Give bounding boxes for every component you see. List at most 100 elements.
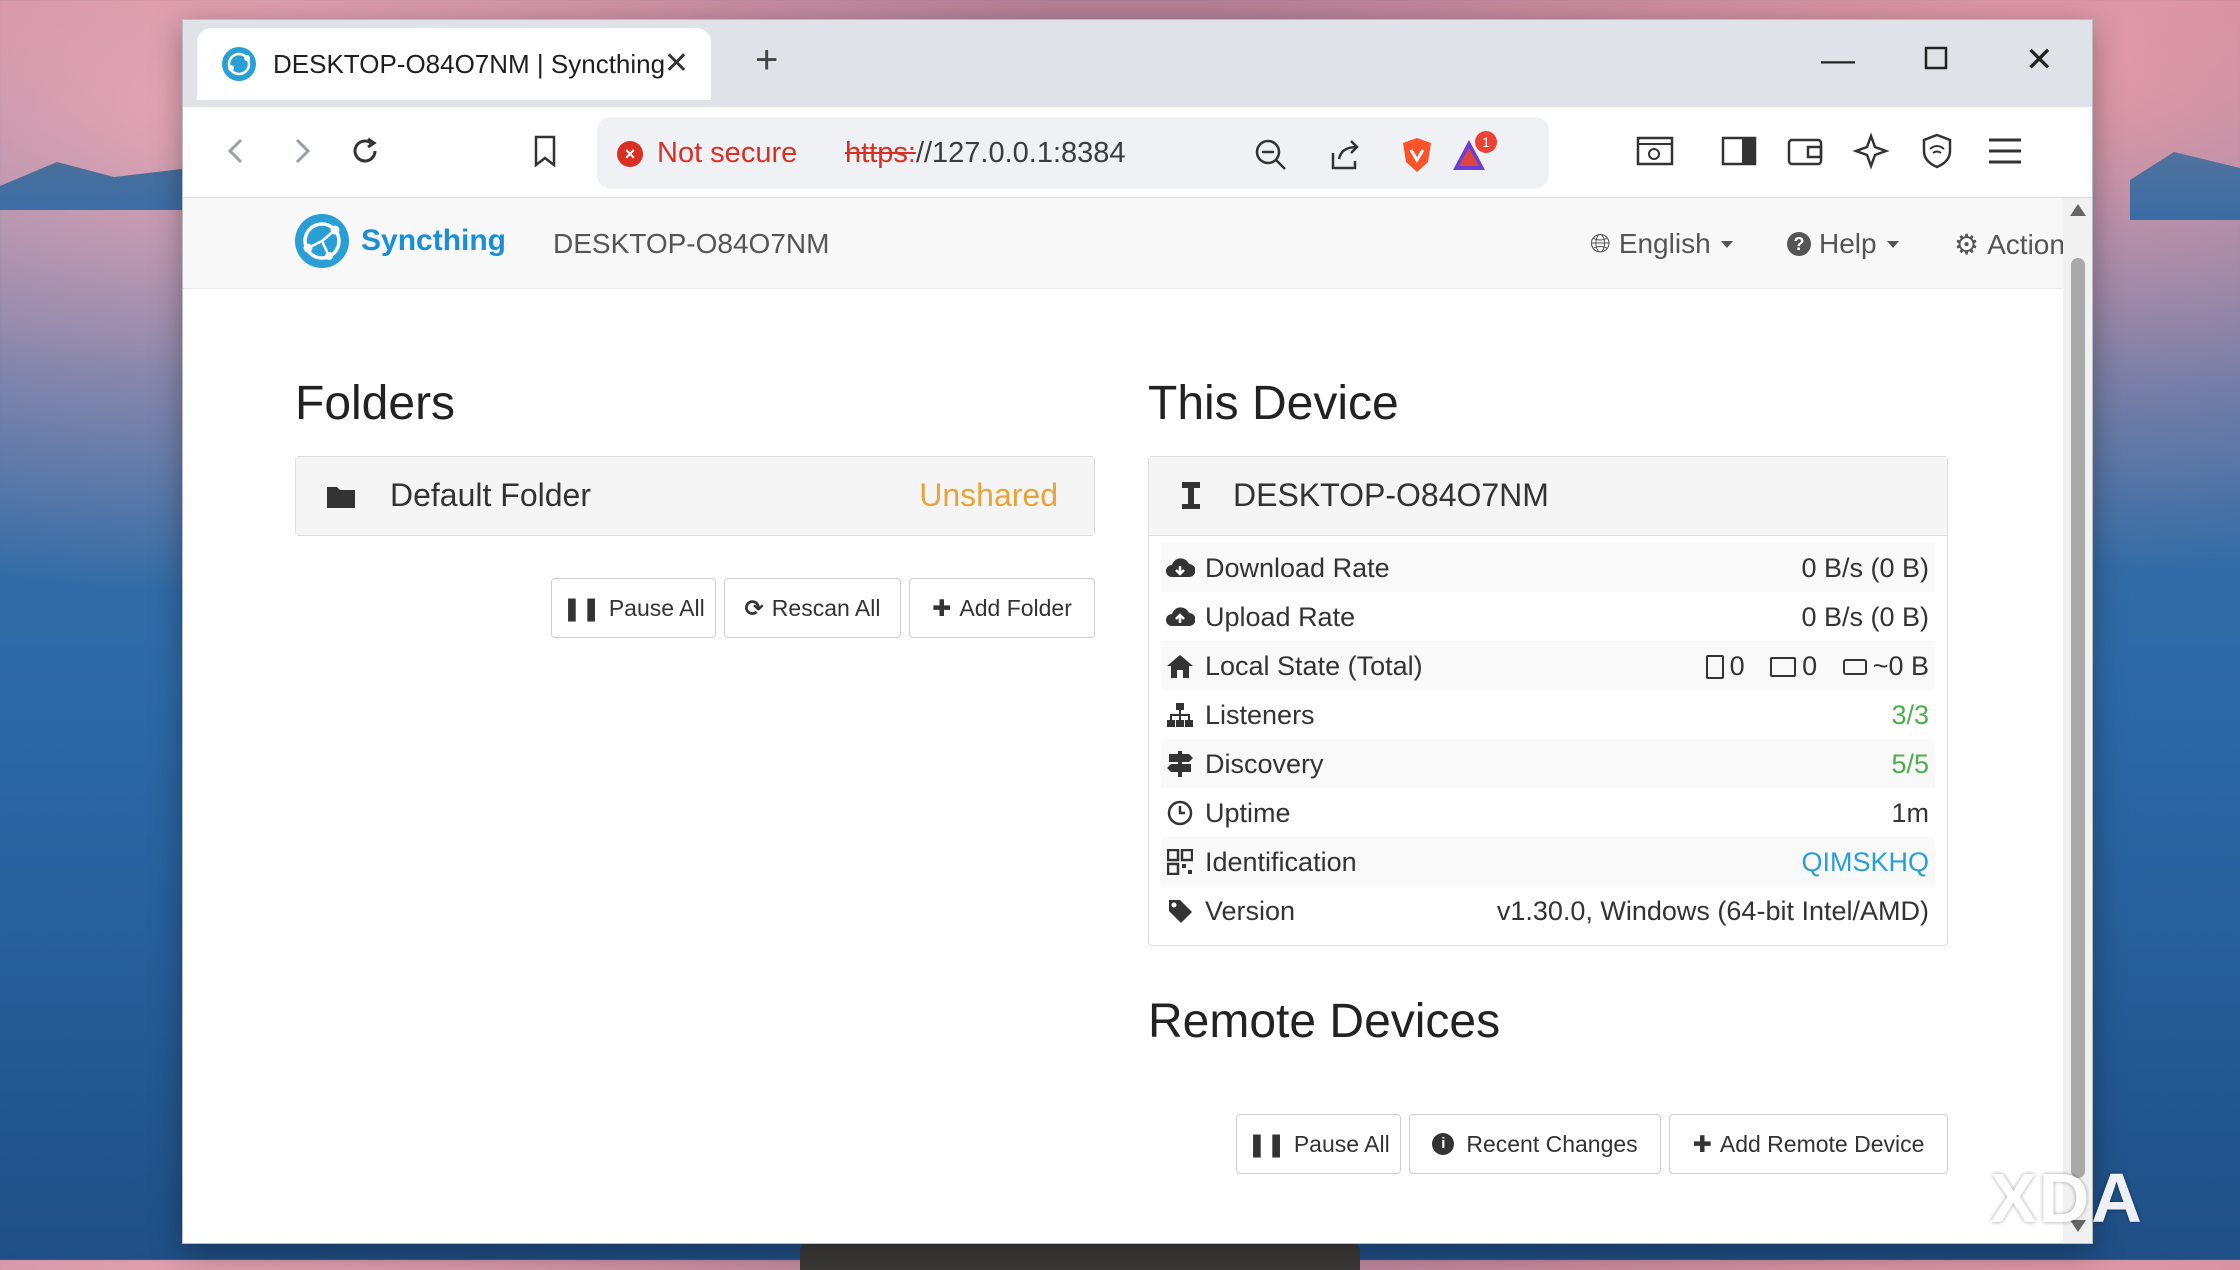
- local-state-values: 0 0 ~0 B: [1705, 651, 1929, 682]
- local-dirs-count: 0: [1802, 651, 1818, 681]
- cloud-upload-icon: [1165, 602, 1195, 632]
- wallpaper-mountains-left: [0, 162, 190, 210]
- syncthing-logo-icon: [295, 214, 349, 268]
- brand-name: Syncthing: [361, 224, 507, 257]
- browser-tab-active[interactable]: DESKTOP-O84O7NM | Syncthing ✕: [197, 28, 711, 100]
- stat-row-listeners: Listeners 3/3: [1161, 690, 1935, 739]
- stat-label: Upload Rate: [1205, 602, 1356, 632]
- stat-label: Uptime: [1205, 798, 1291, 828]
- local-size: ~0 B: [1872, 651, 1929, 681]
- wallpaper-rock: [800, 1240, 1360, 1270]
- page-scrollbar[interactable]: [2063, 198, 2092, 1243]
- sidebar-icon[interactable]: [1717, 129, 1761, 173]
- zoom-out-icon[interactable]: [1251, 135, 1291, 175]
- wallpaper-mountains-right: [2130, 152, 2240, 220]
- close-window-icon[interactable]: ✕: [2025, 40, 2054, 80]
- stat-row-upload: Upload Rate 0 B/s (0 B): [1161, 592, 1935, 641]
- syncthing-logo[interactable]: Syncthing: [293, 212, 506, 270]
- add-folder-label: Add Folder: [959, 594, 1072, 621]
- forward-arrow-icon[interactable]: [279, 129, 323, 173]
- pause-icon: ❚❚: [1247, 1130, 1286, 1157]
- reader-mode-icon[interactable]: [1633, 129, 1677, 173]
- recent-changes-button[interactable]: i Recent Changes: [1409, 1114, 1661, 1174]
- plus-icon: ✚: [932, 594, 952, 621]
- page-content: Syncthing DESKTOP-O84O7NM 🌐︎ English ? H…: [183, 198, 2063, 1243]
- menu-hamburger-icon[interactable]: [1983, 129, 2027, 173]
- leo-ai-icon[interactable]: [1849, 129, 1893, 173]
- stat-value: 1m: [1891, 798, 1929, 828]
- syncthing-favicon-icon: [222, 47, 256, 81]
- this-device-heading[interactable]: DESKTOP-O84O7NM: [1149, 457, 1947, 536]
- local-files-count: 0: [1729, 651, 1745, 681]
- clock-icon: [1165, 798, 1195, 828]
- remote-devices-title: Remote Devices: [1148, 995, 1501, 1048]
- stat-row-identification: Identification QIMSKHQ: [1161, 837, 1935, 886]
- this-device-name: DESKTOP-O84O7NM: [1233, 477, 1549, 513]
- stat-row-local-state: Local State (Total) 0 0 ~0 B: [1161, 641, 1935, 690]
- bookmark-icon[interactable]: [523, 129, 567, 173]
- add-remote-label: Add Remote Device: [1719, 1130, 1925, 1157]
- pause-all-label: Pause All: [1293, 1130, 1390, 1157]
- url-text[interactable]: https://127.0.0.1:8384: [845, 137, 1126, 170]
- stat-label: Version: [1205, 896, 1296, 926]
- language-menu[interactable]: 🌐︎ English: [1590, 228, 1733, 260]
- help-menu[interactable]: ? Help: [1787, 228, 1899, 260]
- scroll-up-arrow-icon[interactable]: [2070, 204, 2086, 216]
- add-remote-device-button[interactable]: ✚ Add Remote Device: [1669, 1114, 1948, 1174]
- plus-icon: ✚: [1692, 1130, 1712, 1157]
- stat-label: Local State (Total): [1205, 651, 1423, 681]
- rescan-all-label: Rescan All: [771, 594, 881, 621]
- this-device-panel: DESKTOP-O84O7NM Download Rate 0 B/s (0 B…: [1148, 456, 1948, 946]
- vpn-shield-icon[interactable]: [1915, 129, 1959, 173]
- reload-icon[interactable]: [343, 129, 387, 173]
- scroll-thumb[interactable]: [2071, 258, 2085, 1178]
- folder-icon: [327, 487, 355, 508]
- stat-value: v1.30.0, Windows (64-bit Intel/AMD): [1496, 896, 1929, 926]
- this-device-title: This Device: [1148, 377, 1399, 430]
- folder-open-icon: [1770, 657, 1797, 677]
- desktop-icon: [1182, 482, 1200, 509]
- back-arrow-icon[interactable]: [215, 129, 259, 173]
- folder-status-badge: Unshared: [919, 477, 1058, 513]
- share-icon[interactable]: [1325, 135, 1365, 175]
- cloud-download-icon: [1165, 553, 1195, 583]
- help-label: Help: [1819, 228, 1877, 259]
- brave-shields-icon[interactable]: [1397, 135, 1437, 175]
- stat-value[interactable]: 3/3: [1891, 700, 1929, 731]
- chevron-down-icon: [1886, 240, 1899, 248]
- recent-changes-label: Recent Changes: [1466, 1130, 1638, 1157]
- refresh-icon: ⟳: [744, 594, 764, 621]
- tab-strip: DESKTOP-O84O7NM | Syncthing ✕ + — ✕: [183, 20, 2092, 107]
- security-label[interactable]: Not secure: [657, 137, 797, 170]
- address-bar[interactable]: × Not secure https://127.0.0.1:8384 1: [597, 117, 1549, 189]
- rewards-badge: 1: [1475, 131, 1497, 153]
- stat-value[interactable]: 5/5: [1891, 749, 1929, 780]
- tab-close-icon[interactable]: ✕: [664, 46, 689, 82]
- new-tab-plus-icon[interactable]: +: [755, 38, 778, 82]
- folder-panel-heading[interactable]: Default Folder Unshared: [296, 457, 1094, 535]
- folders-title: Folders: [295, 377, 456, 430]
- minimize-icon[interactable]: —: [1821, 40, 1855, 80]
- hdd-icon: [1842, 659, 1867, 675]
- folder-name: Default Folder: [390, 477, 591, 513]
- pause-all-remote-button[interactable]: ❚❚ Pause All: [1236, 1114, 1401, 1174]
- watermark-text: XDA: [1990, 1159, 2144, 1237]
- navbar-device-name: DESKTOP-O84O7NM: [553, 228, 830, 259]
- chevron-down-icon: [1720, 240, 1733, 248]
- rescan-all-button[interactable]: ⟳ Rescan All: [724, 578, 901, 638]
- file-icon: [1705, 655, 1724, 679]
- actions-menu[interactable]: ⚙ Actions: [1954, 228, 2063, 261]
- pause-all-folders-button[interactable]: ❚❚ Pause All: [551, 578, 716, 638]
- device-id-link[interactable]: QIMSKHQ: [1801, 847, 1929, 878]
- signpost-icon: [1165, 749, 1195, 779]
- stat-row-discovery: Discovery 5/5: [1161, 739, 1935, 788]
- maximize-icon[interactable]: [1923, 40, 1949, 80]
- syncthing-navbar: Syncthing DESKTOP-O84O7NM 🌐︎ English ? H…: [183, 198, 2063, 289]
- info-circle-icon: i: [1432, 1133, 1455, 1155]
- folder-panel-default[interactable]: Default Folder Unshared: [295, 456, 1095, 536]
- wallet-icon[interactable]: [1783, 129, 1827, 173]
- xda-watermark-logo: XDA: [1990, 1158, 2144, 1238]
- add-folder-button[interactable]: ✚ Add Folder: [909, 578, 1095, 638]
- stat-label: Download Rate: [1205, 553, 1390, 583]
- brave-rewards-icon[interactable]: 1: [1449, 131, 1497, 175]
